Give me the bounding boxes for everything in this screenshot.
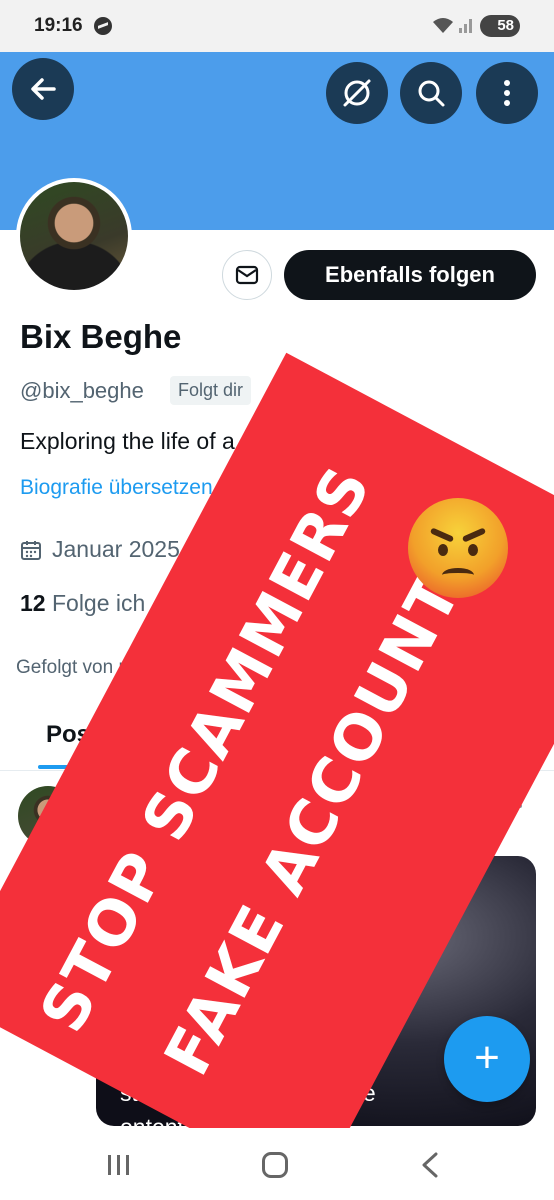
bio-start: Exploring the life of a ce — [20, 428, 266, 454]
android-nav-bar — [0, 1128, 554, 1200]
following-label: Folge ich — [51, 590, 146, 616]
back-button[interactable] — [12, 58, 74, 120]
profile-avatar[interactable] — [16, 178, 132, 294]
angry-face-icon — [408, 498, 508, 598]
back-nav-icon[interactable] — [420, 1152, 440, 1178]
eye-slash-icon — [301, 883, 333, 911]
post-avatar[interactable] — [18, 786, 78, 846]
vertical-dots-icon — [504, 80, 510, 106]
profile-name: Bix Beghe — [20, 318, 182, 355]
search-button[interactable] — [400, 62, 462, 124]
envelope-icon — [235, 265, 259, 285]
profile-handle: @bix_beghe — [20, 378, 144, 403]
recents-icon[interactable] — [106, 1154, 132, 1176]
status-time: 19:16 — [34, 15, 83, 36]
more-options-button[interactable] — [476, 62, 538, 124]
content-warning-text-2: st as containing sensitive — [120, 1080, 376, 1106]
compose-post-button[interactable]: + — [444, 1016, 530, 1102]
profile-tabs: Posts Medien — [0, 705, 554, 771]
follow-back-button[interactable]: Ebenfalls folgen — [284, 250, 536, 300]
tab-posts[interactable]: Posts — [46, 721, 111, 749]
profile-bio: Exploring the life of a ce d! — [20, 428, 417, 455]
post-date: · 04. Nov. — [370, 784, 468, 810]
slashed-circle-icon — [343, 79, 371, 107]
arrow-left-icon — [31, 78, 56, 100]
message-button[interactable] — [222, 250, 272, 300]
battery-indicator: 58 — [480, 15, 520, 37]
wifi-icon — [433, 18, 453, 33]
following-count-link[interactable]: 12 Folge ich — [20, 590, 145, 617]
search-icon — [418, 80, 445, 107]
followers-count[interactable]: 9 — [186, 590, 199, 617]
following-count: 12 — [20, 590, 46, 616]
post-more-icon[interactable] — [516, 786, 524, 810]
content-warning-title: arning: Sensitive — [240, 950, 426, 976]
signal-icon — [459, 19, 472, 33]
messenger-icon — [94, 17, 112, 35]
content-warning-text-1: author labeled this — [120, 1042, 308, 1068]
tab-media[interactable]: Medien — [418, 721, 501, 749]
followed-by-text: Gefolgt von ni — [16, 657, 134, 678]
bio-end: d! — [397, 428, 417, 454]
grok-button[interactable] — [326, 62, 388, 124]
join-date: Januar 2025 be — [52, 536, 212, 562]
follows-you-badge: Folgt dir — [170, 376, 252, 405]
status-bar: 19:16 58 — [0, 0, 554, 52]
active-tab-indicator — [38, 765, 128, 769]
home-icon[interactable] — [262, 1152, 288, 1178]
translate-bio-link[interactable]: Biografie übersetzen — [20, 476, 213, 500]
calendar-icon — [21, 541, 41, 560]
